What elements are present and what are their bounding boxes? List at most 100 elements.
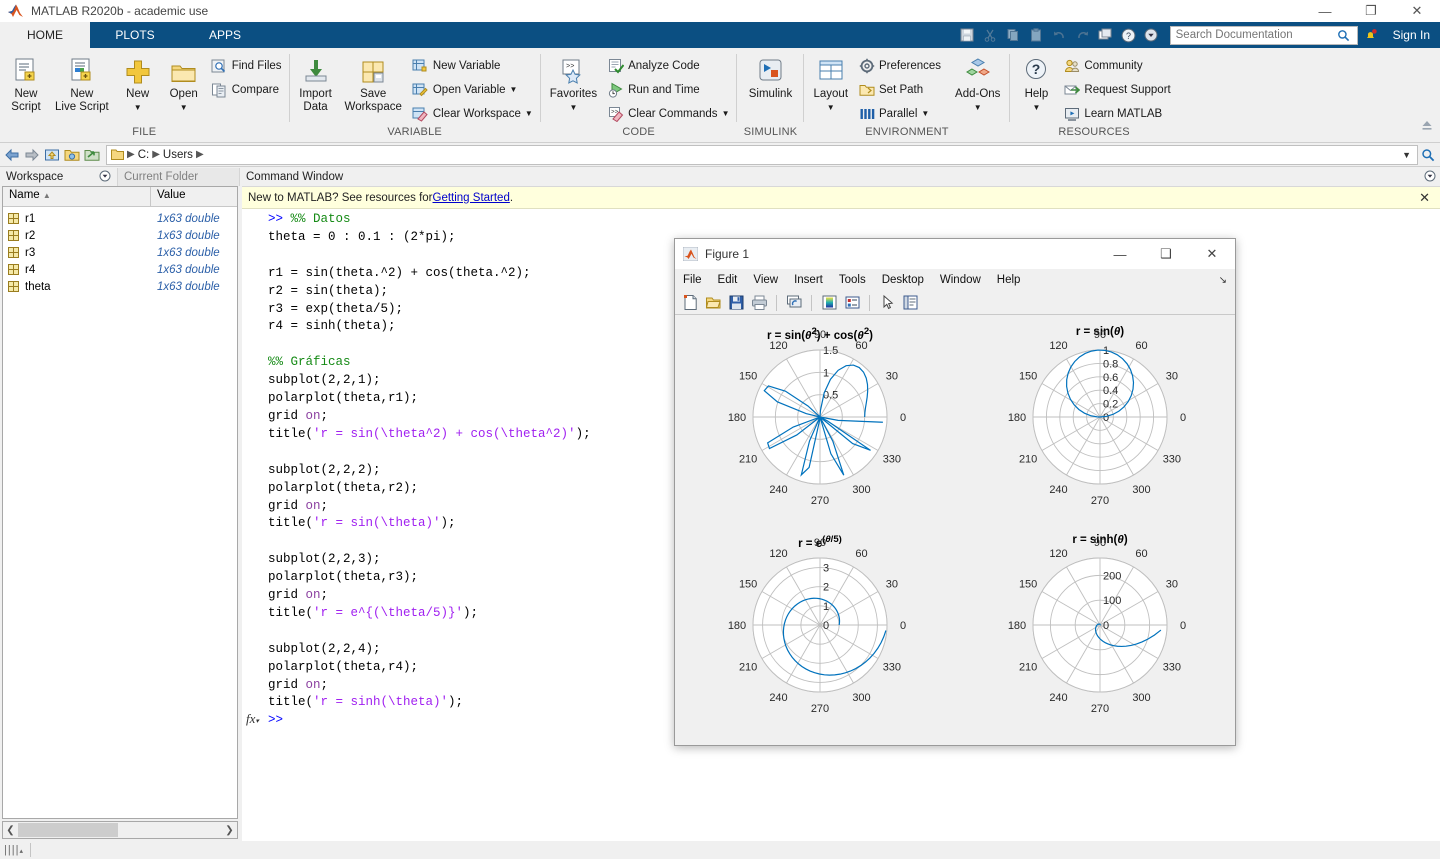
new-button[interactable]: New ▼ [116, 52, 160, 114]
new-variable-button[interactable]: New Variable [409, 54, 536, 78]
save-figure-icon[interactable] [726, 293, 746, 313]
learn-matlab-button[interactable]: Learn MATLAB [1060, 102, 1173, 126]
figure-menu-edit[interactable]: Edit [710, 274, 746, 286]
open-figure-icon[interactable] [703, 293, 723, 313]
restore-button[interactable]: ❐ [1348, 0, 1394, 22]
up-folder-icon[interactable] [42, 145, 62, 165]
search-input[interactable] [1173, 28, 1334, 42]
chevron-down-icon[interactable]: ▼ [569, 103, 577, 112]
sign-in-button[interactable]: Sign In [1393, 28, 1430, 42]
chevron-down-icon[interactable]: ▼ [180, 103, 188, 112]
figure-menu-overflow-icon[interactable]: ↘ [1219, 275, 1235, 286]
bell-icon[interactable] [1360, 25, 1381, 45]
panel-options-icon[interactable] [99, 170, 111, 185]
save-icon[interactable] [957, 25, 978, 45]
figure-menu-view[interactable]: View [745, 274, 786, 286]
back-arrow-icon[interactable] [2, 145, 22, 165]
workspace-column-value[interactable]: Value [151, 187, 237, 206]
switch-window-icon[interactable] [1095, 25, 1116, 45]
link-plot-icon[interactable] [784, 293, 804, 313]
edit-plot-icon[interactable] [877, 293, 897, 313]
open-variable-button[interactable]: Open Variable ▼ [409, 78, 536, 102]
property-inspector-icon[interactable] [900, 293, 920, 313]
table-row[interactable]: theta 1x63 double [3, 278, 237, 295]
figure-menu-window[interactable]: Window [932, 274, 989, 286]
cut-icon[interactable] [980, 25, 1001, 45]
simulink-button[interactable]: Simulink [744, 52, 797, 101]
banner-close-button[interactable]: ✕ [1419, 190, 1434, 206]
figure-menu-insert[interactable]: Insert [786, 274, 831, 286]
add-ons-button[interactable]: Add-Ons ▼ [950, 52, 1005, 114]
function-browser-icon[interactable]: fx▾ [246, 711, 259, 727]
set-path-button[interactable]: Set Path [855, 78, 944, 102]
minimize-button[interactable]: — [1302, 0, 1348, 22]
scroll-left-icon[interactable]: ❮ [3, 825, 18, 836]
request-support-button[interactable]: Request Support [1060, 78, 1173, 102]
copy-icon[interactable] [1003, 25, 1024, 45]
collapse-ribbon-icon[interactable] [1420, 119, 1434, 136]
breadcrumb-users[interactable]: Users [163, 149, 193, 161]
new-script-button[interactable]: New Script [4, 52, 48, 114]
layout-button[interactable]: Layout ▼ [808, 52, 853, 114]
chevron-down-icon[interactable]: ▼ [827, 103, 835, 112]
compare-button[interactable]: Compare [208, 78, 285, 102]
scrollbar-thumb[interactable] [18, 823, 118, 837]
tab-home[interactable]: HOME [0, 22, 90, 48]
clear-commands-button[interactable]: >> Clear Commands ▼ [604, 102, 732, 126]
magnifier-icon[interactable] [1334, 25, 1354, 45]
chevron-down-icon[interactable]: ▼ [921, 110, 929, 118]
new-figure-icon[interactable] [680, 293, 700, 313]
current-folder-path[interactable]: ▶ C: ▶ Users ▶ ▼ [106, 144, 1418, 165]
figure-menu-help[interactable]: Help [989, 274, 1029, 286]
figure-minimize-button[interactable]: — [1097, 239, 1143, 269]
print-icon[interactable] [749, 293, 769, 313]
analyze-code-button[interactable]: Analyze Code [604, 54, 732, 78]
chevron-down-icon[interactable]: ▼ [722, 110, 730, 118]
chevron-down-icon[interactable]: ▼ [134, 103, 142, 112]
browse-folder-icon[interactable] [62, 145, 82, 165]
table-row[interactable]: r2 1x63 double [3, 227, 237, 244]
new-live-script-button[interactable]: New Live Script [50, 52, 114, 114]
magnifier-icon[interactable] [1418, 145, 1438, 165]
import-data-button[interactable]: Import Data [294, 52, 338, 114]
panel-tab-current-folder[interactable]: Current Folder [118, 168, 240, 186]
figure-window[interactable]: Figure 1 — ❑ ✕ File Edit View Insert Too… [674, 238, 1236, 746]
help-icon[interactable]: ? [1118, 25, 1139, 45]
figure-menu-tools[interactable]: Tools [831, 274, 874, 286]
community-button[interactable]: Community [1060, 54, 1173, 78]
chevron-down-icon[interactable]: ▼ [1402, 150, 1413, 160]
find-files-button[interactable]: Find Files [208, 54, 285, 78]
figure-menu-desktop[interactable]: Desktop [874, 274, 932, 286]
chevron-down-icon[interactable]: ▼ [1032, 103, 1040, 112]
paste-icon[interactable] [1026, 25, 1047, 45]
workspace-column-name[interactable]: Name ▲ [3, 187, 151, 206]
run-and-time-button[interactable]: Run and Time [604, 78, 732, 102]
resize-grip-icon[interactable]: ||||▴ [4, 844, 24, 856]
help-button[interactable]: ? Help ▼ [1014, 52, 1058, 114]
table-row[interactable]: r1 1x63 double [3, 210, 237, 227]
figure-menu-file[interactable]: File [675, 274, 710, 286]
favorites-button[interactable]: >> Favorites ▼ [545, 52, 602, 114]
chevron-down-icon[interactable]: ▼ [974, 103, 982, 112]
panel-tab-workspace[interactable]: Workspace [0, 168, 118, 186]
legend-icon[interactable] [842, 293, 862, 313]
panel-options-icon[interactable] [1424, 170, 1436, 185]
open-button[interactable]: Open ▼ [162, 52, 206, 114]
undo-icon[interactable] [1049, 25, 1070, 45]
search-documentation-box[interactable] [1169, 25, 1358, 45]
preferences-button[interactable]: Preferences [855, 54, 944, 78]
colorbar-icon[interactable] [819, 293, 839, 313]
table-row[interactable]: r3 1x63 double [3, 244, 237, 261]
tab-apps[interactable]: APPS [180, 22, 270, 48]
chevron-down-icon[interactable]: ▼ [510, 86, 518, 94]
refresh-icon[interactable] [82, 145, 102, 165]
figure-close-button[interactable]: ✕ [1189, 239, 1235, 269]
save-workspace-button[interactable]: Save Workspace [340, 52, 407, 114]
getting-started-link[interactable]: Getting Started [433, 192, 510, 204]
clear-workspace-button[interactable]: Clear Workspace ▼ [409, 102, 536, 126]
close-button[interactable]: ✕ [1394, 0, 1440, 22]
workspace-horizontal-scrollbar[interactable]: ❮ ❯ [2, 821, 238, 839]
scroll-right-icon[interactable]: ❯ [222, 825, 237, 836]
chevron-down-icon[interactable]: ▼ [525, 110, 533, 118]
breadcrumb-c-drive[interactable]: C: [138, 149, 150, 161]
